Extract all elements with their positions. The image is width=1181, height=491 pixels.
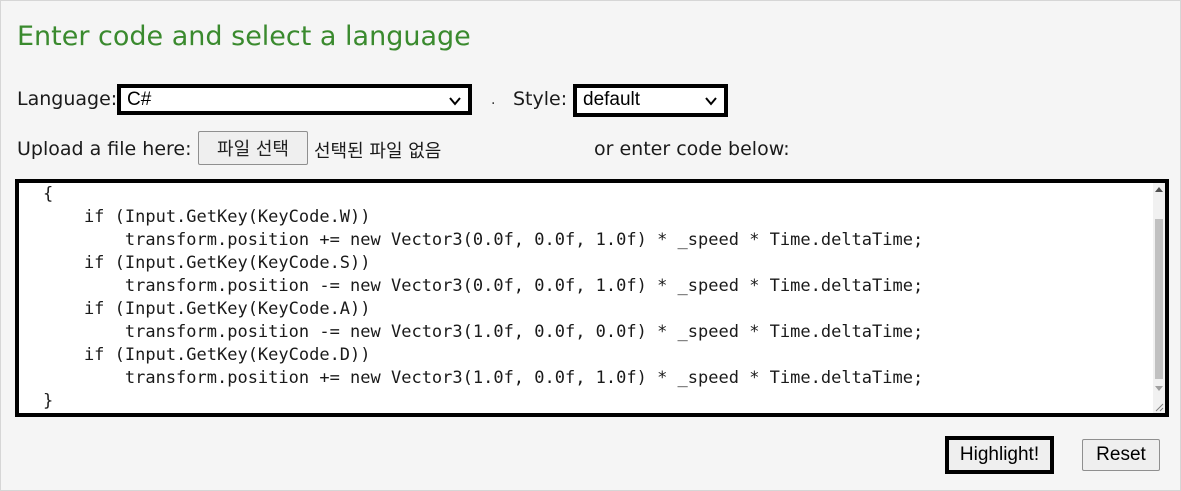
code-line: if (Input.GetKey(KeyCode.S)) — [43, 253, 371, 273]
form-panel: Enter code and select a language Languag… — [0, 0, 1181, 491]
style-select-value: default — [583, 89, 641, 110]
choose-file-button[interactable]: 파일 선택 — [198, 131, 308, 165]
code-line: if (Input.GetKey(KeyCode.A)) — [43, 299, 371, 319]
file-status: 선택된 파일 없음 — [314, 141, 442, 162]
highlight-button[interactable]: Highlight! — [945, 436, 1054, 474]
enter-code-label: or enter code below: — [594, 138, 790, 160]
reset-button[interactable]: Reset — [1082, 439, 1160, 471]
separator-dot: · — [491, 96, 496, 112]
scrollbar-thumb[interactable] — [1155, 219, 1163, 379]
page-title: Enter code and select a language — [17, 21, 471, 52]
code-line: transform.position += new Vector3(1.0f, … — [43, 368, 924, 388]
code-line: transform.position += new Vector3(0.0f, … — [43, 230, 924, 250]
code-textarea[interactable]: { if (Input.GetKey(KeyCode.W)) transform… — [15, 179, 1169, 417]
scroll-down-arrow-icon[interactable] — [1155, 386, 1163, 391]
code-content: { if (Input.GetKey(KeyCode.W)) transform… — [43, 183, 923, 413]
chevron-down-icon — [449, 97, 461, 106]
vertical-scrollbar[interactable] — [1153, 183, 1165, 413]
code-line: } — [43, 391, 54, 411]
style-select[interactable]: default — [573, 84, 728, 117]
code-line: transform.position -= new Vector3(1.0f, … — [43, 322, 924, 342]
style-label: Style: — [513, 88, 568, 110]
language-select[interactable]: C# — [117, 84, 472, 115]
language-label: Language: — [17, 88, 118, 110]
upload-label: Upload a file here: — [17, 138, 192, 160]
code-line: { — [43, 184, 54, 204]
code-line: if (Input.GetKey(KeyCode.W)) — [43, 207, 371, 227]
chevron-down-icon — [705, 97, 717, 106]
scroll-up-arrow-icon[interactable] — [1155, 187, 1163, 192]
language-select-value: C# — [127, 89, 152, 110]
code-line: if (Input.GetKey(KeyCode.D)) — [43, 345, 371, 365]
resize-handle-icon[interactable] — [1154, 402, 1164, 412]
code-line: transform.position -= new Vector3(0.0f, … — [43, 276, 924, 296]
